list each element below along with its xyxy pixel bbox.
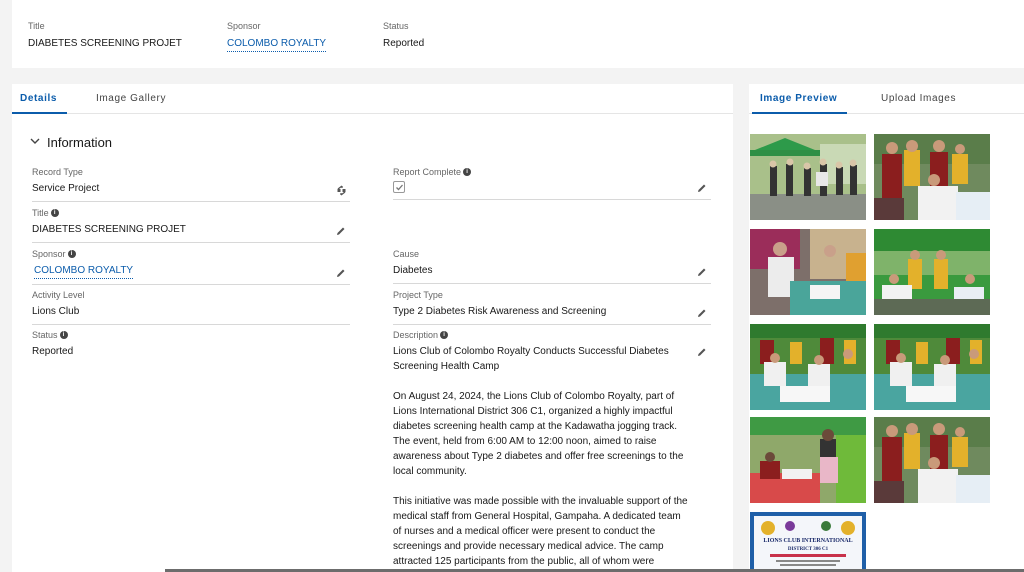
gallery-image[interactable] <box>750 324 866 410</box>
details-panel: Details Image Gallery Information Record… <box>12 84 733 572</box>
section-title: Information <box>47 135 113 150</box>
image-preview-panel: Image Preview Upload Images LIONS CLUB I… <box>749 84 1024 572</box>
field-cause: Cause Diabetes <box>393 248 711 284</box>
image-tabs: Image Preview Upload Images <box>749 84 1024 114</box>
field-activity-level: Activity Level Lions Club <box>32 289 350 325</box>
highlight-title: Title DIABETES SCREENING PROJET <box>28 21 182 49</box>
info-icon[interactable]: i <box>59 331 68 339</box>
field-description: Description i Lions Club of Colombo Royal… <box>393 329 711 572</box>
edit-pencil-icon[interactable] <box>697 267 707 277</box>
field-status: Status i Reported <box>32 330 74 357</box>
record-highlights: Title DIABETES SCREENING PROJET Sponsor … <box>12 0 1024 68</box>
highlight-status: Status Reported <box>383 21 425 49</box>
gallery-image[interactable] <box>750 134 866 220</box>
banner-line-1: LIONS CLUB INTERNATIONAL <box>763 538 852 544</box>
info-icon[interactable]: i <box>50 209 59 217</box>
information-section-toggle[interactable]: Information <box>30 135 112 150</box>
gallery-image[interactable] <box>874 229 990 315</box>
tab-image-preview[interactable]: Image Preview <box>751 93 848 114</box>
field-sponsor: Sponsor i COLOMBO ROYALTY <box>32 248 350 285</box>
checkmark-icon <box>395 184 403 190</box>
edit-pencil-icon[interactable] <box>336 226 346 236</box>
info-icon[interactable]: i <box>463 168 472 176</box>
chevron-down-icon <box>30 136 40 149</box>
banner-line-2: DISTRICT 306 C1 <box>788 547 829 552</box>
description-text: Lions Club of Colombo Royalty Conducts S… <box>393 346 688 567</box>
info-icon[interactable]: i <box>440 331 449 339</box>
gallery-image[interactable] <box>874 324 990 410</box>
highlight-sponsor: Sponsor COLOMBO ROYALTY <box>227 20 327 52</box>
gallery-image[interactable] <box>874 134 990 220</box>
edit-pencil-icon[interactable] <box>697 347 707 357</box>
gallery-image-banner[interactable]: LIONS CLUB INTERNATIONAL DISTRICT 306 C1 <box>750 512 866 572</box>
field-report-complete: Report Complete i <box>393 166 711 200</box>
gallery-image[interactable] <box>750 417 866 503</box>
sponsor-link[interactable]: COLOMBO ROYALTY <box>227 37 327 52</box>
edit-pencil-icon[interactable] <box>697 308 707 318</box>
field-title: Title i DIABETES SCREENING PROJET <box>32 207 350 243</box>
field-project-type: Project Type Type 2 Diabetes Risk Awaren… <box>393 289 711 325</box>
field-record-type: Record Type Service Project <box>32 166 350 202</box>
report-complete-checkbox[interactable] <box>393 181 405 193</box>
tab-upload-images[interactable]: Upload Images <box>881 93 956 104</box>
edit-pencil-icon[interactable] <box>697 183 707 193</box>
gallery-image[interactable] <box>874 417 990 503</box>
edit-pencil-icon[interactable] <box>336 268 346 278</box>
tab-details[interactable]: Details <box>12 93 67 114</box>
change-record-type-icon[interactable] <box>336 185 346 196</box>
tab-image-gallery[interactable]: Image Gallery <box>96 93 166 104</box>
details-tabs: Details Image Gallery <box>12 84 733 114</box>
info-icon[interactable]: i <box>67 250 76 258</box>
gallery-image[interactable] <box>750 229 866 315</box>
sponsor-field-link[interactable]: COLOMBO ROYALTY <box>34 263 134 279</box>
